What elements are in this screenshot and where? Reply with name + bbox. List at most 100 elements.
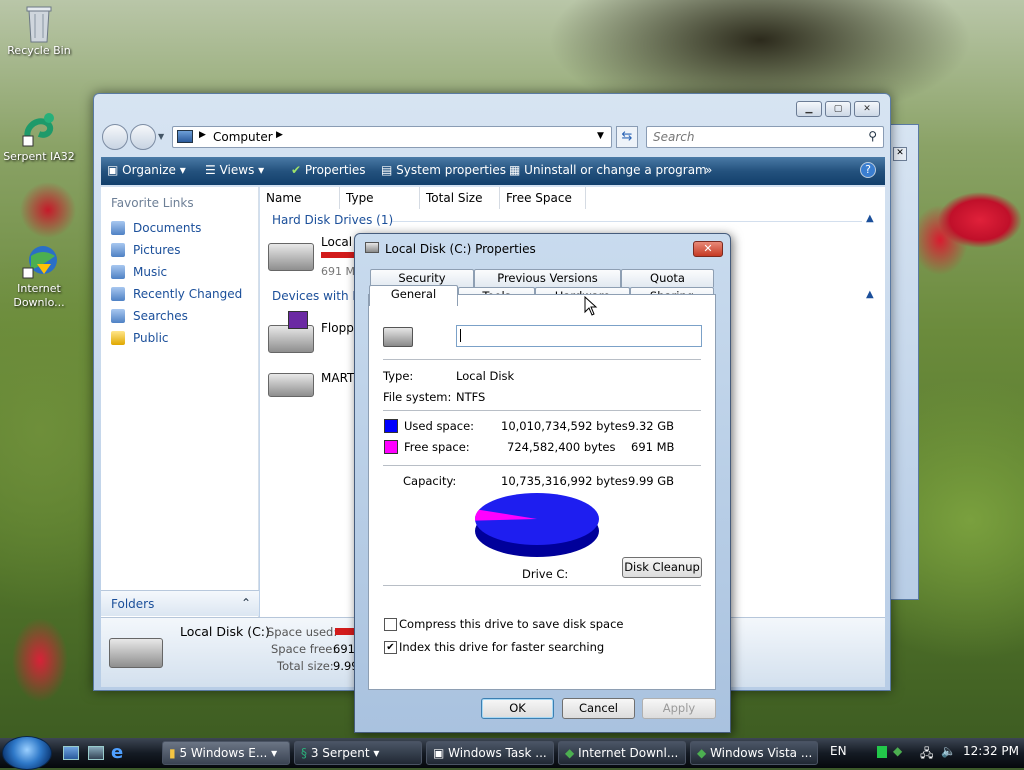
address-bar[interactable]: ▶ Computer ▶ ▼: [172, 126, 612, 148]
tab-quota[interactable]: Quota: [621, 269, 714, 287]
close-button[interactable]: ✕: [693, 241, 723, 257]
column-free-space[interactable]: Free Space: [500, 187, 586, 209]
column-name[interactable]: Name: [260, 187, 340, 209]
organize-button[interactable]: ▣ Organize ▾: [107, 163, 186, 177]
more-toolbar-button[interactable]: »: [705, 163, 712, 177]
taskbar-item-windows-vista[interactable]: ◆ Windows Vista ...: [690, 741, 818, 765]
views-icon: ☰: [205, 163, 216, 177]
task-label: Internet Downl...: [578, 746, 679, 760]
back-button[interactable]: [102, 124, 128, 150]
internet-download-icon: [21, 228, 57, 279]
chevron-up-icon[interactable]: ▲: [866, 213, 874, 224]
details-space-used-label: Space used:: [267, 625, 338, 639]
views-button[interactable]: ☰ Views ▾: [205, 163, 264, 177]
device-mart[interactable]: MART: [266, 365, 356, 405]
hard-drive-icon: [109, 638, 163, 668]
organize-icon: ▣: [107, 163, 119, 177]
nav-public[interactable]: Public: [111, 331, 169, 345]
free-space-label: Free space:: [404, 440, 470, 454]
nav-documents[interactable]: Documents: [111, 221, 201, 235]
forward-button[interactable]: [130, 124, 156, 150]
volume-label-input[interactable]: [456, 325, 702, 347]
disk-cleanup-button[interactable]: Disk Cleanup: [622, 557, 702, 578]
folders-toggle[interactable]: Folders ⌃: [101, 590, 259, 616]
internet-download-icon: ◆: [565, 746, 575, 760]
music-icon: [111, 265, 125, 279]
details-space-free-label: Space free:: [271, 642, 337, 656]
hard-drive-icon: [383, 327, 413, 347]
apply-button[interactable]: Apply: [642, 698, 716, 719]
nav-searches[interactable]: Searches: [111, 309, 188, 323]
tab-previous-versions[interactable]: Previous Versions: [474, 269, 621, 287]
close-button[interactable]: ✕: [854, 101, 880, 117]
capacity-label: Capacity:: [403, 474, 457, 488]
show-desktop-icon[interactable]: [63, 746, 79, 760]
column-total-size[interactable]: Total Size: [420, 187, 500, 209]
minimize-button[interactable]: ▁: [796, 101, 822, 117]
drive-label: Drive C:: [522, 567, 569, 581]
group-hard-disk-drives[interactable]: Hard Disk Drives (1): [272, 213, 393, 227]
volume-muted-icon[interactable]: 🔈: [941, 744, 956, 758]
recently-changed-icon: [111, 287, 125, 301]
uninstall-button[interactable]: ▦ Uninstall or change a program: [509, 163, 707, 177]
hard-drive-icon: [268, 243, 314, 271]
task-label: Windows Task ...: [448, 746, 547, 760]
computer-icon: [177, 130, 193, 143]
chevron-up-icon[interactable]: ▲: [866, 289, 874, 300]
breadcrumb-arrow-icon: ▶: [199, 130, 206, 140]
favorite-links-header: Favorite Links: [111, 196, 194, 210]
maximize-button[interactable]: ▢: [825, 101, 851, 117]
checkmark-icon: ✔: [386, 642, 395, 653]
checkmark-icon: ✔: [291, 163, 302, 177]
history-dropdown-icon[interactable]: ▼: [158, 132, 164, 141]
taskbar-item-internet-download[interactable]: ◆ Internet Downl...: [558, 741, 686, 765]
close-icon[interactable]: ✕: [893, 147, 907, 161]
index-label: Index this drive for faster searching: [399, 640, 605, 654]
windows-vista-icon: ◆: [697, 746, 707, 760]
taskbar-item-task-manager[interactable]: ▣ Windows Task ...: [426, 741, 554, 765]
uninstall-icon: ▦: [509, 163, 521, 177]
search-icon[interactable]: ⚲: [868, 129, 877, 143]
search-input[interactable]: Search ⚲: [646, 126, 884, 148]
used-space-size: 9.32 GB: [628, 419, 675, 433]
clock[interactable]: 12:32 PM: [963, 744, 1019, 758]
refresh-icon[interactable]: ⇆: [616, 126, 638, 148]
nav-label: Documents: [133, 221, 202, 235]
help-icon[interactable]: ?: [860, 162, 876, 178]
properties-button[interactable]: ✔ Properties: [291, 163, 366, 177]
file-system-label: File system:: [383, 390, 452, 404]
free-space-swatch: [384, 440, 398, 454]
tab-general[interactable]: General: [369, 285, 458, 306]
tray-app-icon[interactable]: [877, 746, 887, 758]
breadcrumb-computer[interactable]: Computer: [213, 130, 273, 144]
start-button[interactable]: [2, 736, 52, 770]
drive-local-disk[interactable]: Local 691 M: [266, 233, 356, 279]
uninstall-label: Uninstall or change a program: [524, 163, 707, 177]
device-floppy[interactable]: Floppy: [266, 311, 361, 357]
desktop-icon-internet-download[interactable]: Internet Downlo...: [0, 214, 78, 310]
nav-pictures[interactable]: Pictures: [111, 243, 181, 257]
language-indicator[interactable]: EN: [830, 744, 847, 758]
internet-explorer-icon[interactable]: e: [111, 742, 123, 763]
ok-button[interactable]: OK: [481, 698, 554, 719]
cancel-button[interactable]: Cancel: [562, 698, 635, 719]
taskbar-item-serpent[interactable]: § 3 Serpent ▾: [294, 741, 422, 765]
tray-download-icon[interactable]: ◆: [893, 744, 902, 758]
used-space-swatch: [384, 419, 398, 433]
breadcrumb-arrow-icon[interactable]: ▶: [276, 130, 283, 140]
index-checkbox[interactable]: ✔: [384, 641, 397, 654]
properties-dialog[interactable]: Local Disk (C:) Properties ✕ Security Pr…: [354, 233, 731, 733]
column-type[interactable]: Type: [340, 187, 420, 209]
nav-recently-changed[interactable]: Recently Changed: [111, 287, 242, 301]
system-properties-label: System properties: [396, 163, 506, 177]
desktop-icon-serpent[interactable]: Serpent IA32: [0, 110, 78, 164]
system-properties-button[interactable]: ▤ System properties: [381, 163, 506, 177]
nav-music[interactable]: Music: [111, 265, 167, 279]
background-window[interactable]: ✕: [889, 124, 919, 600]
desktop-icon-recycle-bin[interactable]: Recycle Bin: [0, 4, 78, 58]
compress-checkbox[interactable]: [384, 618, 397, 631]
taskbar-item-windows-explorer[interactable]: ▮ 5 Windows E... ▾: [162, 741, 290, 765]
address-dropdown-icon[interactable]: ▼: [597, 131, 604, 141]
switch-windows-icon[interactable]: [88, 746, 104, 760]
network-icon[interactable]: 🖧: [920, 744, 933, 765]
